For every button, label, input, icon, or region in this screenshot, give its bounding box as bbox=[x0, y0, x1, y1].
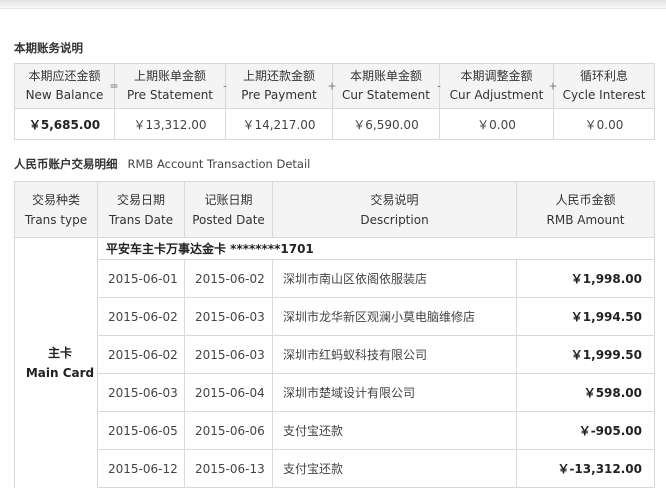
operator-equals: = bbox=[109, 79, 119, 93]
summary-header-cycle-interest: + 循环利息 Cycle Interest bbox=[548, 63, 655, 109]
description: 深圳市龙华新区观澜小莫电脑维修店 bbox=[272, 297, 517, 336]
summary-header-en: Cycle Interest bbox=[562, 88, 646, 102]
operator-minus: - bbox=[223, 79, 227, 93]
table-row: 2015-06-05 2015-06-06 支付宝还款 ￥-905.00 bbox=[15, 411, 655, 450]
top-bar bbox=[0, 0, 666, 9]
detail-title-en: RMB Account Transaction Detail bbox=[127, 157, 311, 171]
table-row: 2015-06-02 2015-06-03 深圳市龙华新区观澜小莫电脑维修店 ￥… bbox=[15, 297, 655, 336]
operator-plus: + bbox=[548, 79, 558, 93]
summary-header-zh: 本期应还金额 bbox=[28, 69, 101, 83]
card-type-en: Main Card bbox=[25, 365, 95, 380]
pre-payment-value: ￥14,217.00 bbox=[225, 108, 333, 140]
detail-section-title: 人民币账户交易明细 RMB Account Transaction Detail bbox=[14, 156, 310, 172]
description: 深圳市楚域设计有限公司 bbox=[272, 373, 517, 412]
summary-header-zh: 本期调整金额 bbox=[460, 69, 533, 83]
operator-minus: - bbox=[437, 79, 441, 93]
header-zh: 交易日期 bbox=[116, 192, 165, 207]
trans-date: 2015-06-02 bbox=[97, 297, 185, 336]
table-row: 2015-06-01 2015-06-02 深圳市南山区依阁依服装店 ￥1,99… bbox=[15, 259, 655, 298]
summary-header-new-balance: 本期应还金额 New Balance bbox=[14, 63, 115, 109]
posted-date: 2015-06-06 bbox=[184, 411, 273, 450]
summary-header-cur-adjustment: - 本期调整金额 Cur Adjustment bbox=[437, 63, 554, 109]
amount: ￥1,994.50 bbox=[516, 297, 655, 336]
cur-adjustment-value: ￥0.00 bbox=[439, 108, 554, 140]
amount: ￥-13,312.00 bbox=[516, 449, 655, 488]
summary-header-en: Cur Adjustment bbox=[449, 88, 544, 102]
posted-date: 2015-06-13 bbox=[184, 449, 273, 488]
trans-date: 2015-06-01 bbox=[97, 259, 185, 298]
summary-table: 本期应还金额 New Balance = 上期账单金额 Pre Statemen… bbox=[14, 63, 655, 140]
header-en: Trans Date bbox=[108, 212, 174, 227]
posted-date: 2015-06-03 bbox=[184, 297, 273, 336]
table-row: 2015-06-12 2015-06-13 支付宝还款 ￥-13,312.00 bbox=[15, 449, 655, 488]
table-row: 2015-06-02 2015-06-03 深圳市红蚂蚁科技有限公司 ￥1,99… bbox=[15, 335, 655, 374]
header-zh: 交易说明 bbox=[370, 192, 419, 207]
cur-statement-value: ￥6,590.00 bbox=[332, 108, 440, 140]
trans-date: 2015-06-12 bbox=[97, 449, 185, 488]
transaction-table: 交易种类 Trans type 交易日期 Trans Date 记账日期 Posted… bbox=[14, 181, 655, 488]
summary-header-en: Pre Payment bbox=[241, 88, 317, 102]
summary-section-title: 本期账务说明 bbox=[14, 41, 83, 55]
header-zh: 交易种类 bbox=[31, 192, 80, 207]
description: 支付宝还款 bbox=[272, 411, 517, 450]
summary-header-zh: 本期账单金额 bbox=[349, 69, 422, 83]
trans-date: 2015-06-02 bbox=[97, 335, 185, 374]
summary-header-en: New Balance bbox=[25, 88, 104, 102]
posted-date: 2015-06-03 bbox=[184, 335, 273, 374]
detail-title-zh: 人民币账户交易明细 bbox=[14, 157, 118, 171]
summary-header-en: Cur Statement bbox=[342, 88, 430, 102]
amount: ￥1,998.00 bbox=[516, 259, 655, 298]
header-rmb-amount: 人民币金额 RMB Amount bbox=[516, 181, 655, 238]
operator-plus: + bbox=[327, 79, 337, 93]
summary-header-zh: 循环利息 bbox=[579, 69, 628, 83]
posted-date: 2015-06-02 bbox=[184, 259, 273, 298]
description: 深圳市南山区依阁依服装店 bbox=[272, 259, 517, 298]
summary-header-cur-statement: + 本期账单金额 Cur Statement bbox=[327, 63, 440, 109]
header-description: 交易说明 Description bbox=[272, 181, 517, 238]
pre-statement-value: ￥13,312.00 bbox=[114, 108, 226, 140]
card-type-cell: 主卡 Main Card bbox=[14, 237, 98, 488]
table-row: 2015-06-03 2015-06-04 深圳市楚域设计有限公司 ￥598.0… bbox=[15, 373, 655, 412]
header-en: Description bbox=[360, 212, 429, 227]
header-trans-type: 交易种类 Trans type bbox=[14, 181, 98, 238]
card-name: 平安车主卡万事达金卡 ********1701 bbox=[97, 237, 655, 260]
trans-date: 2015-06-03 bbox=[97, 373, 185, 412]
posted-date: 2015-06-04 bbox=[184, 373, 273, 412]
cycle-interest-value: ￥0.00 bbox=[553, 108, 655, 140]
new-balance-value: ￥5,685.00 bbox=[14, 108, 115, 140]
summary-header-pre-payment: - 上期还款金额 Pre Payment bbox=[223, 63, 333, 109]
header-posted-date: 记账日期 Posted Date bbox=[184, 181, 273, 238]
header-zh: 记账日期 bbox=[204, 192, 253, 207]
header-trans-date: 交易日期 Trans Date bbox=[97, 181, 185, 238]
summary-header-zh: 上期还款金额 bbox=[242, 69, 315, 83]
card-type-zh: 主卡 bbox=[47, 345, 72, 360]
description: 深圳市红蚂蚁科技有限公司 bbox=[272, 335, 517, 374]
header-en: RMB Amount bbox=[546, 212, 625, 227]
trans-date: 2015-06-05 bbox=[97, 411, 185, 450]
amount: ￥598.00 bbox=[516, 373, 655, 412]
summary-header-pre-statement: = 上期账单金额 Pre Statement bbox=[109, 63, 226, 109]
amount: ￥-905.00 bbox=[516, 411, 655, 450]
amount: ￥1,999.50 bbox=[516, 335, 655, 374]
summary-header-zh: 上期账单金额 bbox=[133, 69, 206, 83]
header-en: Posted Date bbox=[192, 212, 265, 227]
summary-header-en: Pre Statement bbox=[126, 88, 214, 102]
header-en: Trans type bbox=[24, 212, 88, 227]
header-zh: 人民币金额 bbox=[555, 192, 616, 207]
description: 支付宝还款 bbox=[272, 449, 517, 488]
